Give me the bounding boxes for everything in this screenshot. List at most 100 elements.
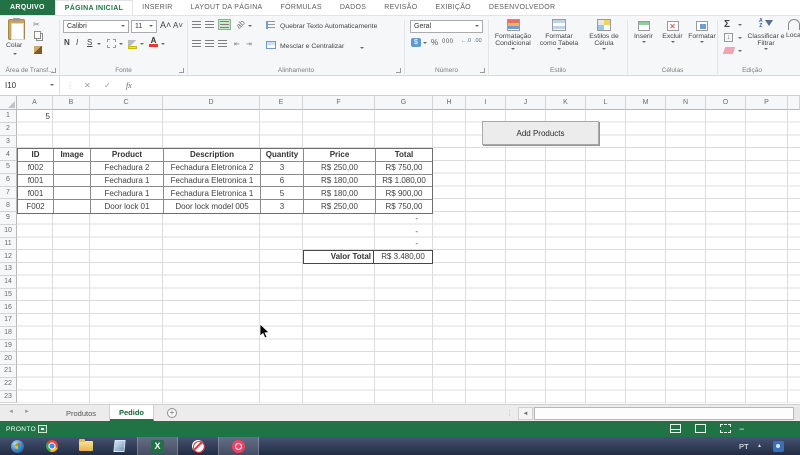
name-box[interactable]: I10: [0, 76, 60, 95]
cancel-icon[interactable]: ✕: [84, 76, 91, 95]
row-header[interactable]: 17: [0, 314, 17, 327]
taskbar-excel[interactable]: X: [137, 437, 178, 455]
delete-cells-button[interactable]: ✕ Excluir: [658, 21, 687, 47]
row-header[interactable]: 15: [0, 289, 17, 302]
insert-function-icon[interactable]: fx: [126, 76, 132, 95]
format-painter-icon[interactable]: [34, 46, 42, 54]
col-header-e[interactable]: E: [260, 96, 303, 110]
cell-g10[interactable]: -: [375, 225, 433, 238]
col-header-partial[interactable]: [788, 96, 800, 110]
row-header[interactable]: 3: [0, 136, 17, 149]
number-dialog-launcher[interactable]: [480, 68, 485, 73]
increase-font-icon[interactable]: A˄: [160, 20, 171, 30]
horizontal-scrollbar[interactable]: [533, 407, 800, 420]
tab-exibicao[interactable]: EXIBIÇÃO: [426, 0, 479, 15]
row-header[interactable]: 19: [0, 340, 17, 353]
italic-button[interactable]: I: [76, 38, 78, 47]
format-as-table-button[interactable]: Formatar como Tabela: [536, 19, 582, 54]
sheet-tab-produtos[interactable]: Produtos: [53, 405, 110, 421]
col-header-i[interactable]: I: [466, 96, 506, 110]
row-header[interactable]: 1: [0, 110, 17, 123]
col-header-a[interactable]: A: [17, 96, 53, 110]
select-all-corner[interactable]: [0, 96, 17, 110]
row-header[interactable]: 4: [0, 148, 17, 161]
percent-icon[interactable]: %: [431, 38, 438, 47]
tray-icon[interactable]: [768, 437, 788, 455]
add-products-button[interactable]: Add Products: [482, 121, 599, 145]
col-header-p[interactable]: P: [746, 96, 788, 110]
tab-layout-da-pagina[interactable]: LAYOUT DA PÁGINA: [182, 0, 272, 15]
start-button[interactable]: [1, 437, 34, 455]
row-header[interactable]: 11: [0, 238, 17, 251]
row-header[interactable]: 13: [0, 263, 17, 276]
bold-button[interactable]: N: [64, 38, 70, 47]
row-header[interactable]: 16: [0, 301, 17, 314]
row-header[interactable]: 2: [0, 123, 17, 136]
valor-total-value[interactable]: R$ 3.480,00: [374, 251, 432, 263]
valor-total-label[interactable]: Valor Total: [304, 251, 374, 263]
taskbar-explorer[interactable]: [69, 437, 102, 455]
insert-cells-button[interactable]: Inserir: [629, 21, 658, 47]
cell-g9[interactable]: -: [375, 212, 433, 225]
row-header[interactable]: 8: [0, 199, 17, 212]
row-header[interactable]: 12: [0, 250, 17, 263]
hscroll-left-icon[interactable]: ◄: [518, 407, 533, 420]
zoom-out-icon[interactable]: −: [739, 424, 744, 434]
font-size-combo[interactable]: 11: [131, 20, 157, 33]
decrease-indent-icon[interactable]: ⇤: [234, 40, 240, 48]
merge-center-button[interactable]: Mesclar e Centralizar: [280, 43, 344, 50]
tab-dados[interactable]: DADOS: [331, 0, 375, 15]
row-header[interactable]: 9: [0, 212, 17, 225]
row-header[interactable]: 22: [0, 378, 17, 391]
row-header[interactable]: 7: [0, 187, 17, 200]
find-select-button[interactable]: Localizar e Selecionar: [786, 19, 800, 39]
align-left-icon[interactable]: [192, 40, 201, 47]
tab-inserir[interactable]: INSERIR: [133, 0, 182, 15]
tab-arquivo[interactable]: ARQUIVO: [0, 0, 55, 15]
borders-icon[interactable]: [107, 39, 116, 48]
comma-style-icon[interactable]: 000: [442, 39, 454, 45]
tab-formulas[interactable]: FÓRMULAS: [272, 0, 331, 15]
col-header-d[interactable]: D: [163, 96, 260, 110]
col-header-l[interactable]: L: [586, 96, 626, 110]
tab-desenvolvedor[interactable]: DESENVOLVEDOR: [480, 0, 564, 15]
increase-decimal-icon[interactable]: ←.0: [461, 38, 471, 44]
sort-filter-button[interactable]: AZ Classificar e Filtrar: [746, 19, 786, 54]
number-format-combo[interactable]: Geral: [410, 20, 483, 33]
align-right-icon[interactable]: [218, 40, 227, 47]
language-indicator[interactable]: PT: [739, 442, 749, 451]
cell-styles-button[interactable]: Estilos de Célula: [583, 19, 625, 54]
decrease-decimal-icon[interactable]: .00: [474, 38, 482, 44]
normal-view-icon[interactable]: [670, 424, 681, 433]
col-header-g[interactable]: G: [375, 96, 433, 110]
taskbar-chrome[interactable]: [35, 437, 68, 455]
clipboard-dialog-launcher[interactable]: [51, 68, 56, 73]
row-header[interactable]: 10: [0, 225, 17, 238]
sheet-nav-next-icon[interactable]: ►: [24, 409, 30, 415]
cell-a1[interactable]: 5: [17, 110, 53, 123]
taskbar-snipping-tool[interactable]: [179, 437, 217, 455]
wrap-text-button[interactable]: Quebrar Texto Automaticamente: [280, 23, 377, 30]
align-middle-icon[interactable]: [205, 21, 214, 28]
copy-icon[interactable]: [34, 31, 41, 39]
row-header[interactable]: 5: [0, 161, 17, 174]
taskbar-recorder[interactable]: [218, 437, 259, 455]
tab-pagina-inicial[interactable]: PÁGINA INICIAL: [55, 0, 133, 15]
align-center-icon[interactable]: [205, 40, 214, 47]
col-header-c[interactable]: C: [90, 96, 163, 110]
cell-g11[interactable]: -: [375, 238, 433, 251]
hscroll-thumb[interactable]: [534, 407, 794, 420]
row-header[interactable]: 23: [0, 391, 17, 404]
underline-button[interactable]: S: [87, 38, 92, 47]
col-header-b[interactable]: B: [53, 96, 90, 110]
tray-expand-icon[interactable]: ▲: [757, 443, 762, 449]
splitter-dots[interactable]: ⋮: [506, 409, 513, 417]
decrease-font-icon[interactable]: A˅: [173, 21, 183, 30]
fill-color-icon[interactable]: [128, 38, 137, 48]
accounting-format-icon[interactable]: $: [411, 38, 421, 47]
col-header-o[interactable]: O: [706, 96, 746, 110]
row-header[interactable]: 6: [0, 174, 17, 187]
tab-revisao[interactable]: REVISÃO: [375, 0, 426, 15]
align-bottom-icon[interactable]: [218, 19, 231, 30]
row-header[interactable]: 18: [0, 327, 17, 340]
